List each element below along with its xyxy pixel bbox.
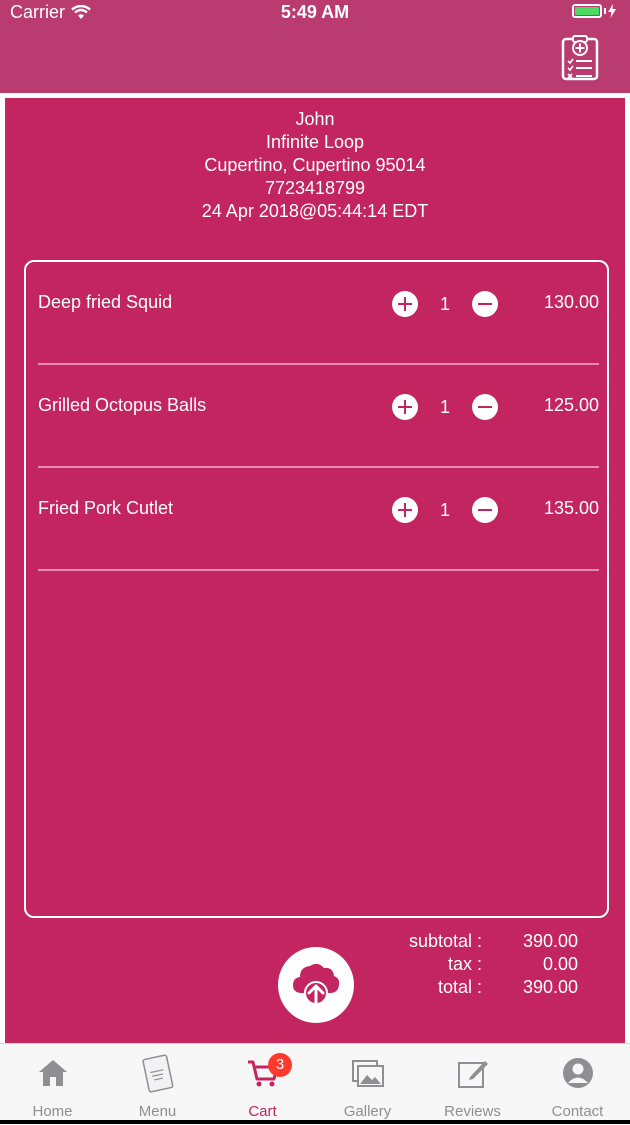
quantity-stepper: 1 [392,394,498,420]
cart-badge: 3 [268,1053,292,1077]
item-name: Fried Pork Cutlet [38,498,174,518]
right-border [625,98,630,1043]
order-datetime: 24 Apr 2018@05:44:14 EDT [201,201,429,221]
tab-label: Home [32,1103,73,1120]
bottom-edge [0,1120,630,1124]
item-name: Deep fried Squid [38,292,173,312]
top-bar: Carrier 5:49 AM [0,0,630,93]
plus-icon[interactable] [392,497,418,523]
submit-order-button[interactable] [278,947,354,1023]
cart-item-row: Grilled Octopus Balls 1 125.00 [38,365,599,468]
tab-label: Gallery [343,1103,392,1120]
tab-gallery[interactable]: Gallery [315,1044,420,1125]
tab-menu[interactable]: Menu [105,1044,210,1125]
plus-icon[interactable] [392,394,418,420]
quantity-stepper: 1 [392,497,498,523]
customer-city: Cupertino, Cupertino 95014 [204,155,426,175]
item-qty: 1 [439,396,450,417]
header-divider [0,93,630,98]
total-label: total : [437,977,482,997]
tab-home[interactable]: Home [0,1044,105,1125]
item-name: Grilled Octopus Balls [38,395,207,415]
item-qty: 1 [439,293,450,314]
tab-label: Reviews [444,1103,501,1120]
reviews-icon [458,1061,488,1088]
tab-bar: Home Menu 3 Cart Gallery Reviews Contact [0,1043,630,1125]
customer-phone: 7723418799 [264,178,366,198]
minus-icon[interactable] [472,497,498,523]
tab-cart[interactable]: 3 Cart [210,1044,315,1125]
tax-label: tax : [447,954,482,974]
tab-label: Cart [248,1103,277,1120]
tax-value: 0.00 [542,954,578,974]
order-totals: subtotal : 390.00 tax : 0.00 total : 390.00 [380,930,578,999]
customer-info: John Infinite Loop Cupertino, Cupertino … [0,108,630,223]
battery-icon [572,4,616,18]
cart-item-row: Fried Pork Cutlet 1 135.00 [38,468,599,571]
row-divider [38,569,599,571]
plus-icon[interactable] [392,291,418,317]
cart-items-box: Deep fried Squid 1 130.00 Grilled Octopu… [24,260,609,918]
cloud-upload-icon [293,963,340,1007]
item-price: 130.00 [543,292,599,312]
customer-street: Infinite Loop [265,132,365,152]
tab-contact[interactable]: Contact [525,1044,630,1125]
menu-book-icon [142,1054,174,1093]
status-time: 5:49 AM [280,2,350,22]
tab-label: Contact [551,1103,604,1120]
home-icon [39,1060,67,1086]
minus-icon[interactable] [472,394,498,420]
quantity-stepper: 1 [392,291,498,317]
left-border [0,98,5,1043]
item-price: 135.00 [543,498,599,518]
cart-item-row: Deep fried Squid 1 130.00 [38,262,599,365]
total-value: 390.00 [522,977,578,997]
tab-reviews[interactable]: Reviews [420,1044,525,1125]
minus-icon[interactable] [472,291,498,317]
gallery-icon [352,1060,384,1087]
subtotal-value: 390.00 [522,931,578,951]
item-qty: 1 [439,499,450,520]
item-price: 125.00 [543,395,599,415]
subtotal-label: subtotal : [408,931,482,951]
customer-name: John [295,109,335,129]
order-list-icon[interactable] [560,33,600,81]
tab-label: Menu [138,1103,177,1120]
contact-icon [563,1058,593,1088]
